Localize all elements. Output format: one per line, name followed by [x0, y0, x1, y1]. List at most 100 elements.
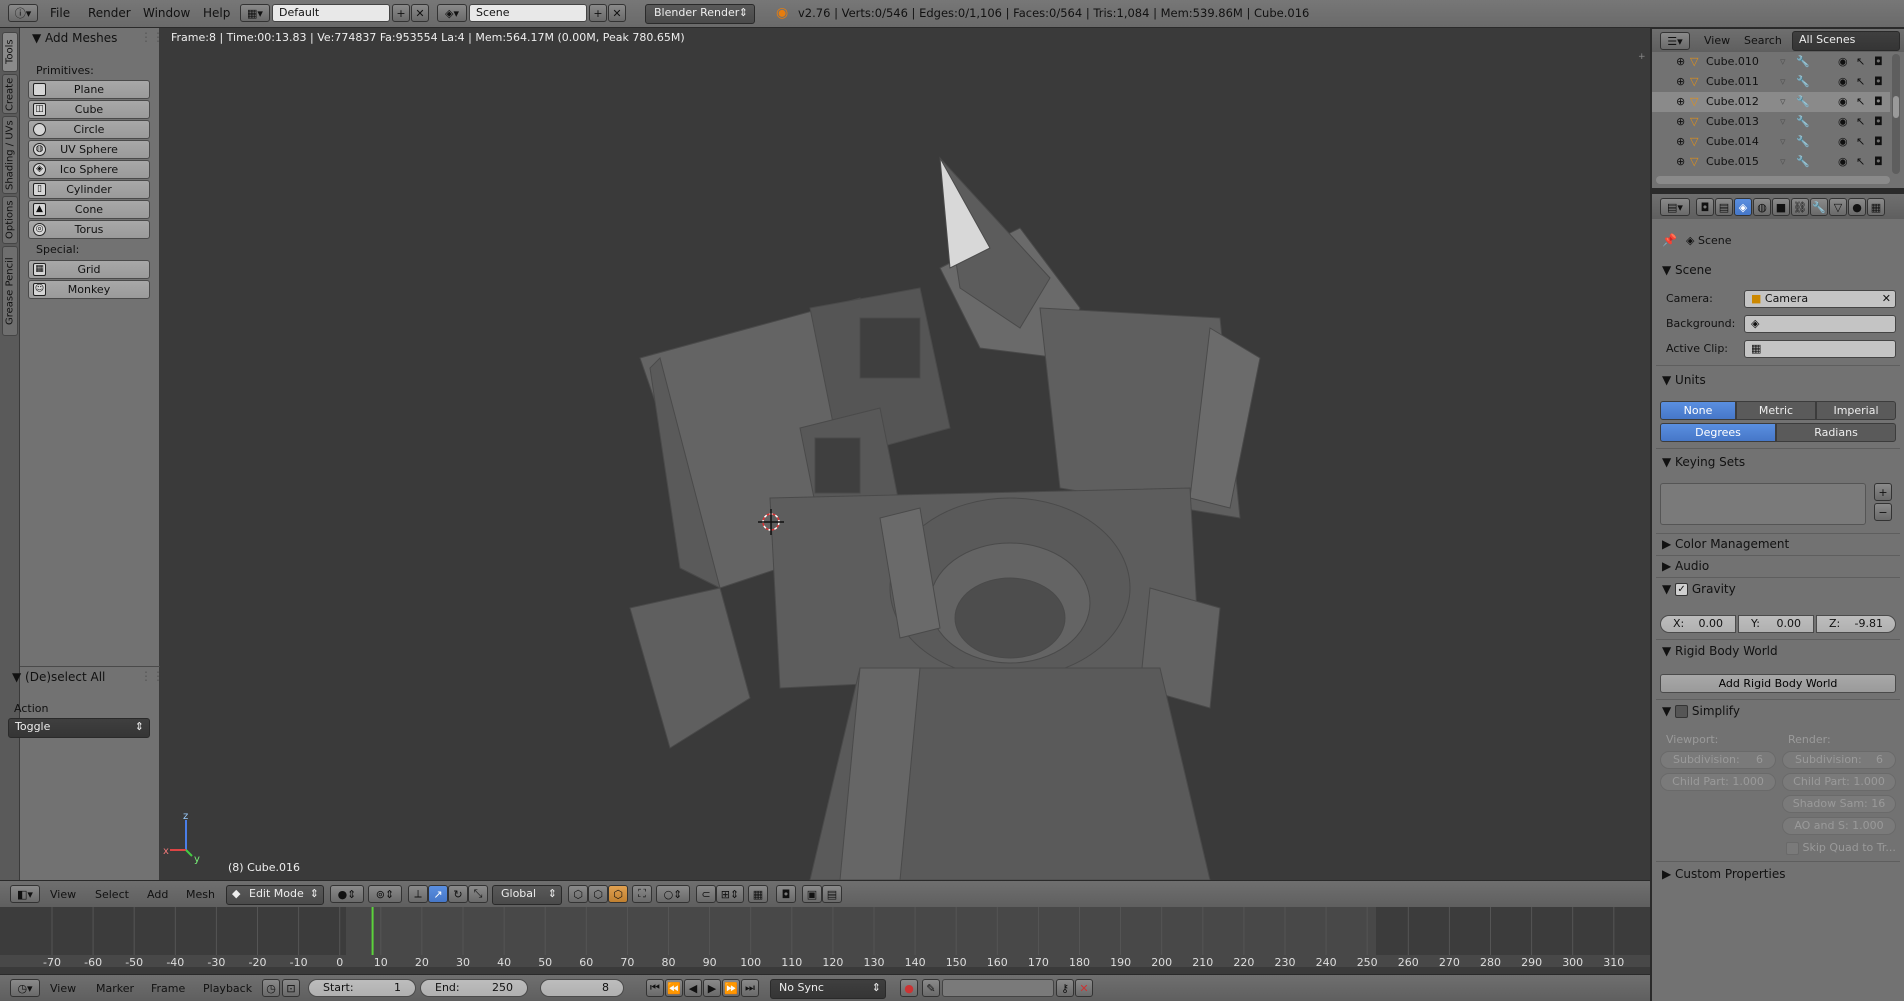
pin-icon[interactable]: 📌: [1662, 233, 1677, 247]
viewport-corner-plus-icon[interactable]: +: [1638, 52, 1646, 62]
object-name[interactable]: Cube.012: [1706, 92, 1759, 112]
add-keying-set-button[interactable]: +: [1874, 483, 1892, 501]
tab-object[interactable]: ■: [1772, 198, 1790, 216]
tab-options[interactable]: Options: [2, 196, 18, 244]
delete-scene-button[interactable]: ✕: [608, 4, 626, 22]
gravity-x-field[interactable]: X: 0.00: [1660, 615, 1736, 633]
tab-grease-pencil[interactable]: Grease Pencil: [2, 246, 18, 336]
cursor-icon[interactable]: ↖: [1856, 72, 1865, 92]
action-select[interactable]: Toggle ⇕: [8, 718, 150, 738]
outliner-row[interactable]: ⊕ ▽ Cube.015 ▿ 🔧 ◉ ↖ ◘: [1652, 152, 1890, 172]
expand-icon[interactable]: ⊕: [1676, 112, 1685, 132]
edge-select-button[interactable]: ⬡: [588, 885, 608, 903]
camera-render-icon[interactable]: ◘: [1874, 92, 1883, 112]
add-cylinder-button[interactable]: ▯ Cylinder: [28, 180, 150, 199]
remove-keying-set-button[interactable]: −: [1874, 503, 1892, 521]
outliner-row[interactable]: ⊕ ▽ Cube.010 ▿ 🔧 ◉ ↖ ◘: [1652, 52, 1890, 72]
tab-data[interactable]: ▽: [1829, 198, 1847, 216]
scene-name-field[interactable]: Scene: [469, 4, 587, 22]
opengl-anim-button[interactable]: ▣: [802, 885, 822, 903]
object-name[interactable]: Cube.013: [1706, 112, 1759, 132]
tab-render-layers[interactable]: ▤: [1715, 198, 1733, 216]
active-clip-field[interactable]: ▦: [1744, 340, 1896, 358]
render-shadow-samples-field[interactable]: Shadow Sam: 16: [1782, 795, 1896, 813]
menu-view[interactable]: View: [50, 888, 76, 901]
expand-icon[interactable]: ⊕: [1676, 72, 1685, 92]
vertex-select-button[interactable]: ⬡: [568, 885, 588, 903]
cursor-icon[interactable]: ↖: [1856, 152, 1865, 172]
screen-layout-button[interactable]: ▦▾: [240, 4, 270, 22]
tab-texture[interactable]: ▦: [1867, 198, 1885, 216]
render-engine-select[interactable]: Blender Render ⇕: [645, 4, 755, 24]
menu-search[interactable]: Search: [1744, 34, 1782, 47]
add-scene-button[interactable]: +: [589, 4, 607, 22]
rotation-radians-button[interactable]: Radians: [1776, 423, 1896, 442]
camera-render-icon[interactable]: ◘: [1874, 152, 1883, 172]
add-circle-button[interactable]: Circle: [28, 120, 150, 139]
cursor-icon[interactable]: ↖: [1856, 52, 1865, 72]
viewport-subdivision-field[interactable]: Subdivision: 6: [1660, 751, 1776, 769]
menu-help[interactable]: Help: [203, 6, 230, 20]
next-keyframe-button[interactable]: ⏩: [722, 979, 740, 997]
preview-range-button[interactable]: ◷: [262, 979, 280, 997]
operator-panel-header[interactable]: ▼ (De)select All: [12, 670, 105, 684]
outliner-vscrollbar[interactable]: [1892, 54, 1900, 174]
menu-file[interactable]: File: [50, 6, 70, 20]
jump-start-button[interactable]: ⏮: [646, 979, 664, 997]
rotation-degrees-button[interactable]: Degrees: [1660, 423, 1776, 442]
menu-frame[interactable]: Frame: [151, 982, 185, 995]
editor-type-outliner-button[interactable]: ☰▾: [1660, 32, 1690, 50]
end-frame-field[interactable]: End: 250: [420, 979, 528, 997]
scene-panel-header[interactable]: ▼ Scene: [1662, 263, 1712, 277]
delete-keyframe-button[interactable]: ✕: [1075, 979, 1093, 997]
sync-mode-select[interactable]: No Sync ⇕: [770, 979, 886, 999]
outliner-hscrollbar[interactable]: [1656, 176, 1890, 184]
object-name[interactable]: Cube.014: [1706, 132, 1759, 152]
add-meshes-panel-header[interactable]: ▼ Add Meshes: [32, 31, 117, 45]
add-torus-button[interactable]: ◎ Torus: [28, 220, 150, 239]
cursor-icon[interactable]: ↖: [1856, 112, 1865, 132]
proportional-edit-button[interactable]: ○⇕: [656, 885, 690, 903]
add-rigid-body-world-button[interactable]: Add Rigid Body World: [1660, 674, 1896, 693]
scene-selector-button[interactable]: ◈▾: [437, 4, 467, 22]
object-name[interactable]: Cube.011: [1706, 72, 1759, 92]
simplify-panel-header[interactable]: ▼ Simplify: [1662, 704, 1740, 718]
opengl-anim2-button[interactable]: ▤: [822, 885, 842, 903]
snap-toggle-button[interactable]: ⊂: [696, 885, 716, 903]
editor-type-info-button[interactable]: ⓘ▾: [8, 4, 38, 22]
tab-material[interactable]: ●: [1848, 198, 1866, 216]
camera-render-icon[interactable]: ◘: [1874, 132, 1883, 152]
object-name[interactable]: Cube.010: [1706, 52, 1759, 72]
tab-constraints[interactable]: ⛓: [1791, 198, 1809, 216]
render-subdivision-field[interactable]: Subdivision: 6: [1782, 751, 1896, 769]
editor-type-3d-view-button[interactable]: ◧▾: [10, 885, 40, 903]
prev-keyframe-button[interactable]: ⏪: [665, 979, 683, 997]
render-child-part-field[interactable]: Child Part: 1.000: [1782, 773, 1896, 791]
keying-sets-list[interactable]: [1660, 483, 1866, 525]
snap-element-button[interactable]: ⊞⇕: [716, 885, 744, 903]
outliner-row[interactable]: ⊕ ▽ Cube.014 ▿ 🔧 ◉ ↖ ◘: [1652, 132, 1890, 152]
custom-properties-panel-header[interactable]: ▶ Custom Properties: [1662, 867, 1785, 881]
keying-sets-panel-header[interactable]: ▼ Keying Sets: [1662, 455, 1745, 469]
gravity-checkbox[interactable]: ✓: [1675, 583, 1689, 596]
add-grid-button[interactable]: ▦ Grid: [28, 260, 150, 279]
camera-render-icon[interactable]: ◘: [1874, 112, 1883, 132]
layout-name-field[interactable]: Default: [272, 4, 390, 22]
expand-icon[interactable]: ⊕: [1676, 152, 1685, 172]
cursor-icon[interactable]: ↖: [1856, 132, 1865, 152]
units-panel-header[interactable]: ▼ Units: [1662, 373, 1706, 387]
tab-render[interactable]: ◘: [1696, 198, 1714, 216]
menu-view[interactable]: View: [50, 982, 76, 995]
pivot-point-button[interactable]: ⊚⇕: [368, 885, 402, 903]
tab-shading-uvs[interactable]: Shading / UVs: [2, 116, 18, 194]
outliner-row[interactable]: ⊕ ▽ Cube.013 ▿ 🔧 ◉ ↖ ◘: [1652, 112, 1890, 132]
snap-target-button[interactable]: ▦: [748, 885, 768, 903]
render-ao-sss-field[interactable]: AO and S: 1.000: [1782, 817, 1896, 835]
eye-icon[interactable]: ◉: [1838, 112, 1848, 132]
menu-render[interactable]: Render: [88, 6, 131, 20]
menu-view[interactable]: View: [1704, 34, 1730, 47]
cursor-icon[interactable]: ↖: [1856, 92, 1865, 112]
menu-playback[interactable]: Playback: [203, 982, 252, 995]
menu-marker[interactable]: Marker: [96, 982, 134, 995]
expand-icon[interactable]: ⊕: [1676, 92, 1685, 112]
